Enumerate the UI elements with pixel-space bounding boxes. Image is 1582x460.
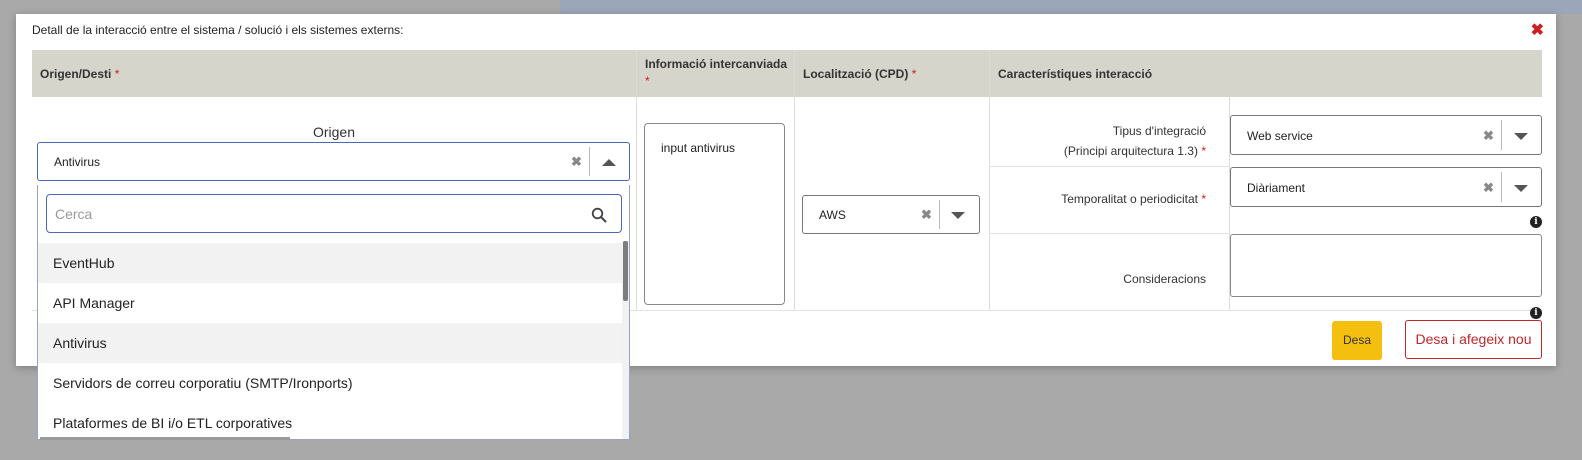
select-separator [589,147,590,176]
option-item[interactable]: EventHub [38,243,624,283]
required-mark: * [114,67,120,81]
header-caracteristiques-label: Característiques interacció [998,67,1153,81]
consideracions-textarea[interactable] [1230,234,1542,297]
clear-icon[interactable]: ✖ [1483,128,1494,144]
option-item[interactable]: API Manager [38,283,624,323]
origen-selected-value: Antivirus [54,155,101,169]
tipus-integracio-label: Tipus d'integració (Principi arquitectur… [992,121,1206,161]
background-strip [560,0,1582,14]
temporalitat-label: Temporalitat o periodicitat * [992,192,1206,206]
background-underline [40,437,290,440]
select-separator [939,200,940,229]
required-mark: * [645,74,650,88]
select-separator [1501,172,1502,202]
search-icon [591,207,607,223]
informacio-textarea[interactable]: input antivirus [644,123,785,305]
header-informacio: Informació intercanviada * [637,50,794,97]
clear-icon[interactable]: ✖ [921,207,932,223]
origen-select[interactable]: Antivirus ✖ [37,142,630,181]
header-informacio-label: Informació intercanviada [645,57,788,71]
column-divider [989,50,990,311]
required-mark: * [1201,192,1206,206]
header-origen-desti-label: Origen/Desti [40,67,112,81]
desa-button[interactable]: Desa [1332,321,1382,360]
tipus-integracio-select[interactable]: Web service ✖ [1230,115,1542,155]
tipus-integracio-value: Web service [1247,129,1313,143]
temporalitat-value: Diàriament [1247,181,1306,195]
chevron-down-icon[interactable] [1514,133,1528,140]
tipus-label-line2: (Principi arquitectura 1.3) [1063,144,1198,158]
localitzacio-select[interactable]: AWS ✖ [802,195,980,234]
clear-icon[interactable]: ✖ [571,154,582,170]
localitzacio-value: AWS [819,208,846,222]
option-item[interactable]: Plataformes de BI i/o ETL corporatives [38,403,624,439]
info-icon[interactable]: i [1530,216,1542,228]
required-mark: * [1201,144,1206,158]
header-origen-desti: Origen/Desti * [32,50,636,97]
close-icon[interactable]: ✖ [1531,20,1544,40]
header-localitzacio-label: Localització (CPD) [803,67,909,81]
select-separator [1501,120,1502,150]
header-caracteristiques: Característiques interacció [990,50,1542,97]
row-divider [989,166,1230,167]
desa-i-afegeix-nou-button[interactable]: Desa i afegeix nou [1405,320,1542,359]
tipus-label-line1: Tipus d'integració [1112,124,1206,138]
origen-dropdown: EventHub API Manager Antivirus Servidors… [37,185,630,440]
search-box[interactable] [46,194,622,233]
chevron-up-icon[interactable] [602,159,616,166]
option-item[interactable]: Antivirus [38,323,624,363]
row-divider [989,233,1230,234]
consideracions-label: Consideracions [1123,272,1206,286]
informacio-text: input antivirus [661,141,736,155]
search-input[interactable] [53,203,573,225]
info-icon[interactable]: i [1530,307,1542,319]
column-divider [636,50,637,311]
header-localitzacio: Localització (CPD) * [795,50,989,97]
modal-title: Detall de la interacció entre el sistema… [32,23,404,37]
scrollbar-thumb[interactable] [623,241,628,301]
origen-label: Origen [312,124,356,140]
option-item[interactable]: Servidors de correu corporatiu (SMTP/Iro… [38,363,624,403]
chevron-down-icon[interactable] [1514,185,1528,192]
temporalitat-select[interactable]: Diàriament ✖ [1230,167,1542,207]
clear-icon[interactable]: ✖ [1483,180,1494,196]
required-mark: * [911,67,917,81]
chevron-down-icon[interactable] [951,212,965,219]
temporalitat-label-text: Temporalitat o periodicitat [1061,192,1198,206]
column-divider [794,50,795,311]
